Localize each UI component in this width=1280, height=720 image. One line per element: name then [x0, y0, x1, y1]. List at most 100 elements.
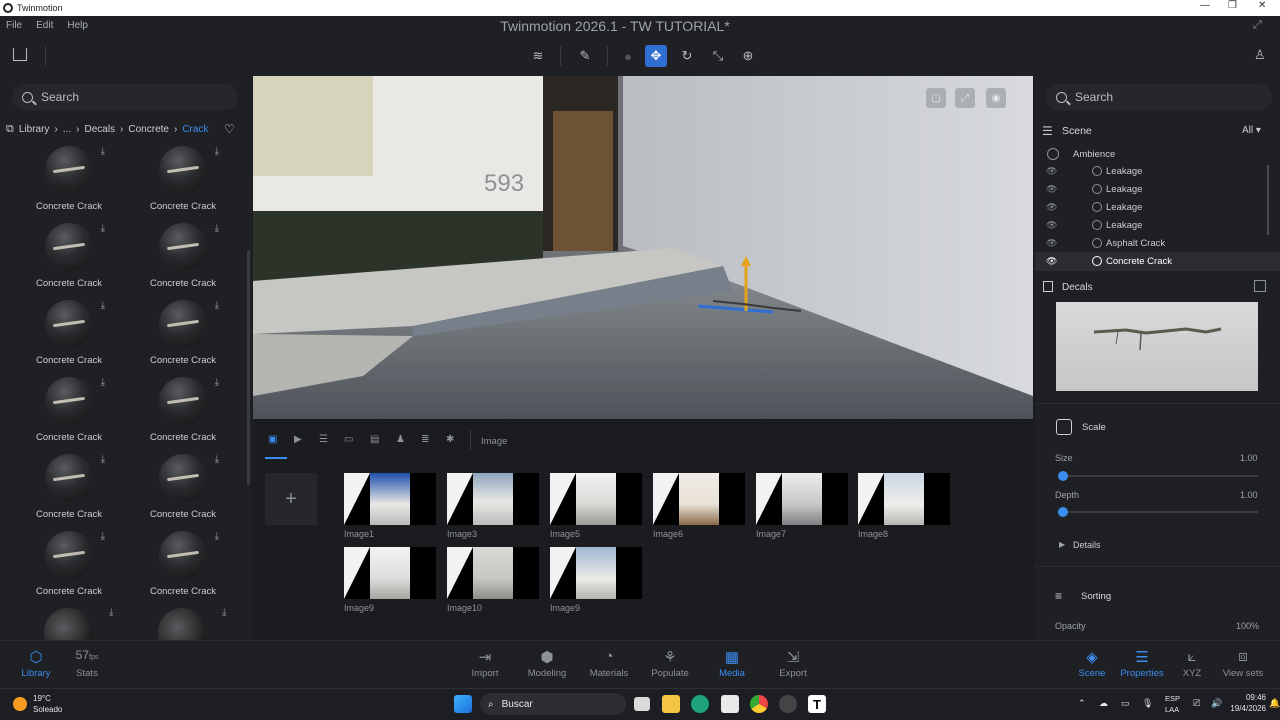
pen-icon[interactable]: ✎ [574, 45, 596, 67]
language-indicator[interactable]: ESP [1165, 694, 1180, 703]
scene-search-input[interactable]: Search [1046, 84, 1272, 110]
edge-browser-icon[interactable] [691, 695, 709, 713]
task-view-icon[interactable] [634, 697, 650, 711]
nav-import[interactable]: ⇥ Import [455, 648, 515, 679]
media-thumbnail[interactable] [550, 547, 642, 599]
media-thumbnail[interactable] [756, 473, 848, 525]
media-thumbnail[interactable] [550, 473, 642, 525]
display-icon[interactable]: ▭ [1121, 698, 1130, 709]
speaker-icon[interactable]: 🔊 [1211, 698, 1222, 709]
nav-media[interactable]: ▦ Media [702, 648, 762, 679]
share-tab-icon[interactable]: ✱ [446, 434, 460, 446]
library-item[interactable]: Concrete Crack ⤓ [133, 300, 233, 366]
library-item[interactable]: Concrete Crack ⤓ [19, 146, 119, 212]
scene-row[interactable]: 👁 Leakage [1035, 180, 1280, 198]
breadcrumb-decals[interactable]: Decals [84, 124, 115, 135]
library-item[interactable]: Concrete Crack ⤓ [19, 531, 119, 597]
visibility-eye-icon[interactable]: 👁 [1046, 166, 1057, 177]
ambience-label[interactable]: Ambience [1073, 149, 1115, 160]
download-icon[interactable]: ⤓ [101, 377, 105, 388]
download-icon[interactable]: ⤓ [109, 607, 113, 618]
nav-modeling[interactable]: ⬢ Modeling [517, 648, 577, 679]
scene-row[interactable]: 👁 Leakage [1035, 216, 1280, 234]
download-icon[interactable]: ⤓ [101, 223, 105, 234]
windows-start-icon[interactable] [454, 695, 472, 713]
download-icon[interactable]: ⤓ [215, 223, 219, 234]
library-item[interactable]: Concrete Crack ⤓ [133, 223, 233, 289]
chrome-icon[interactable] [750, 695, 768, 713]
close-icon[interactable]: ✕ [1258, 0, 1266, 11]
nav-stats[interactable]: 57fps Stats [57, 648, 117, 679]
depth-value[interactable]: 1.00 [1240, 490, 1258, 500]
clock-time[interactable]: 09:46 [1228, 693, 1266, 702]
panel-split-icon[interactable] [1254, 280, 1266, 292]
add-media-button[interactable]: + [265, 473, 317, 525]
breadcrumb-root[interactable]: Library [19, 124, 50, 135]
visibility-eye-icon[interactable]: 👁 [1046, 256, 1057, 267]
library-item[interactable]: Concrete Crack ⤓ [19, 454, 119, 520]
app-icon[interactable] [779, 695, 797, 713]
nav-populate[interactable]: ⚘ Populate [640, 648, 700, 679]
scale-icon[interactable]: ⤡ [707, 45, 729, 67]
download-icon[interactable]: ⤓ [101, 146, 105, 157]
download-icon[interactable]: ⤓ [101, 531, 105, 542]
scene-row[interactable]: 👁 Leakage [1035, 162, 1280, 180]
video-tab-icon[interactable]: ▶ [294, 434, 308, 446]
library-item[interactable]: Concrete Crack ⤓ [133, 146, 233, 212]
monitor-icon[interactable]: ⎚ [1193, 698, 1200, 709]
home-icon[interactable] [13, 48, 27, 61]
favorite-heart-icon[interactable]: ♡ [224, 122, 235, 136]
library-item[interactable]: Concrete Crack ⤓ [19, 377, 119, 443]
twinmotion-taskbar-icon[interactable]: T [808, 695, 826, 713]
visibility-eye-icon[interactable]: 👁 [1046, 220, 1057, 231]
microphone-icon[interactable]: 🎙 [1142, 698, 1153, 709]
media-thumbnail[interactable] [447, 473, 539, 525]
weather-sun-icon[interactable] [13, 697, 27, 711]
size-value[interactable]: 1.00 [1240, 453, 1258, 463]
download-icon[interactable]: ⤓ [222, 607, 226, 618]
maximize-icon[interactable]: ❐ [1228, 0, 1237, 11]
keyboard-layout[interactable]: LAA [1165, 705, 1179, 714]
nav-export[interactable]: ⇲ Export [763, 648, 823, 679]
download-icon[interactable]: ⤓ [215, 454, 219, 465]
depth-slider[interactable] [1058, 507, 1258, 517]
chevron-up-icon[interactable]: ⌃ [1078, 698, 1086, 709]
scene-row[interactable]: 👁 Leakage [1035, 198, 1280, 216]
phasing-tab-icon[interactable]: ▤ [370, 434, 384, 446]
media-thumbnail[interactable] [344, 473, 436, 525]
scene-scrollbar[interactable] [1267, 165, 1269, 235]
clock-date[interactable]: 19/4/2026 [1222, 704, 1266, 713]
layers-icon[interactable]: ≋ [527, 45, 549, 67]
network-icon[interactable]: ☁ [1099, 698, 1108, 709]
notification-bell-icon[interactable]: 🔔 [1269, 698, 1280, 709]
scene-row-selected[interactable]: 👁 Concrete Crack [1035, 252, 1280, 270]
library-item[interactable]: Concrete Crack ⤓ [19, 300, 119, 366]
visibility-eye-icon[interactable]: 👁 [1046, 202, 1057, 213]
library-scrollbar[interactable] [247, 250, 250, 485]
scene-row[interactable]: 👁 Asphalt Crack [1035, 234, 1280, 252]
media-thumbnail[interactable] [653, 473, 745, 525]
library-item[interactable]: Concrete Crack ⤓ [133, 377, 233, 443]
panorama-tab-icon[interactable]: ▭ [344, 434, 358, 446]
fullscreen-icon[interactable]: ⤢ [1253, 19, 1262, 32]
download-icon[interactable]: ⤓ [101, 454, 105, 465]
3d-viewport[interactable]: 593 [253, 76, 1033, 419]
rotate-icon[interactable]: ↻ [676, 45, 698, 67]
visibility-eye-icon[interactable]: 👁 [1046, 238, 1057, 249]
download-icon[interactable]: ⤓ [215, 531, 219, 542]
breadcrumb-ellipsis[interactable]: ... [63, 124, 71, 135]
breadcrumb-concrete[interactable]: Concrete [128, 124, 169, 135]
size-slider[interactable] [1058, 471, 1258, 481]
opacity-value[interactable]: 100% [1236, 621, 1259, 631]
sequence-tab-icon[interactable]: ☰ [319, 434, 333, 446]
details-label[interactable]: Details [1073, 540, 1101, 550]
image-tab-icon[interactable]: ▣ [268, 434, 282, 446]
file-explorer-icon[interactable] [662, 695, 680, 713]
batch-tab-icon[interactable]: ≣ [421, 434, 435, 446]
scene-filter-dropdown[interactable]: All ▾ [1242, 125, 1261, 136]
depth-slider-knob[interactable] [1058, 507, 1068, 517]
download-icon[interactable]: ⤓ [101, 300, 105, 311]
taskbar-search[interactable]: ⌕ Buscar [480, 693, 626, 715]
download-icon[interactable]: ⤓ [215, 300, 219, 311]
viewport-eye-icon[interactable]: ◉ [986, 88, 1006, 108]
